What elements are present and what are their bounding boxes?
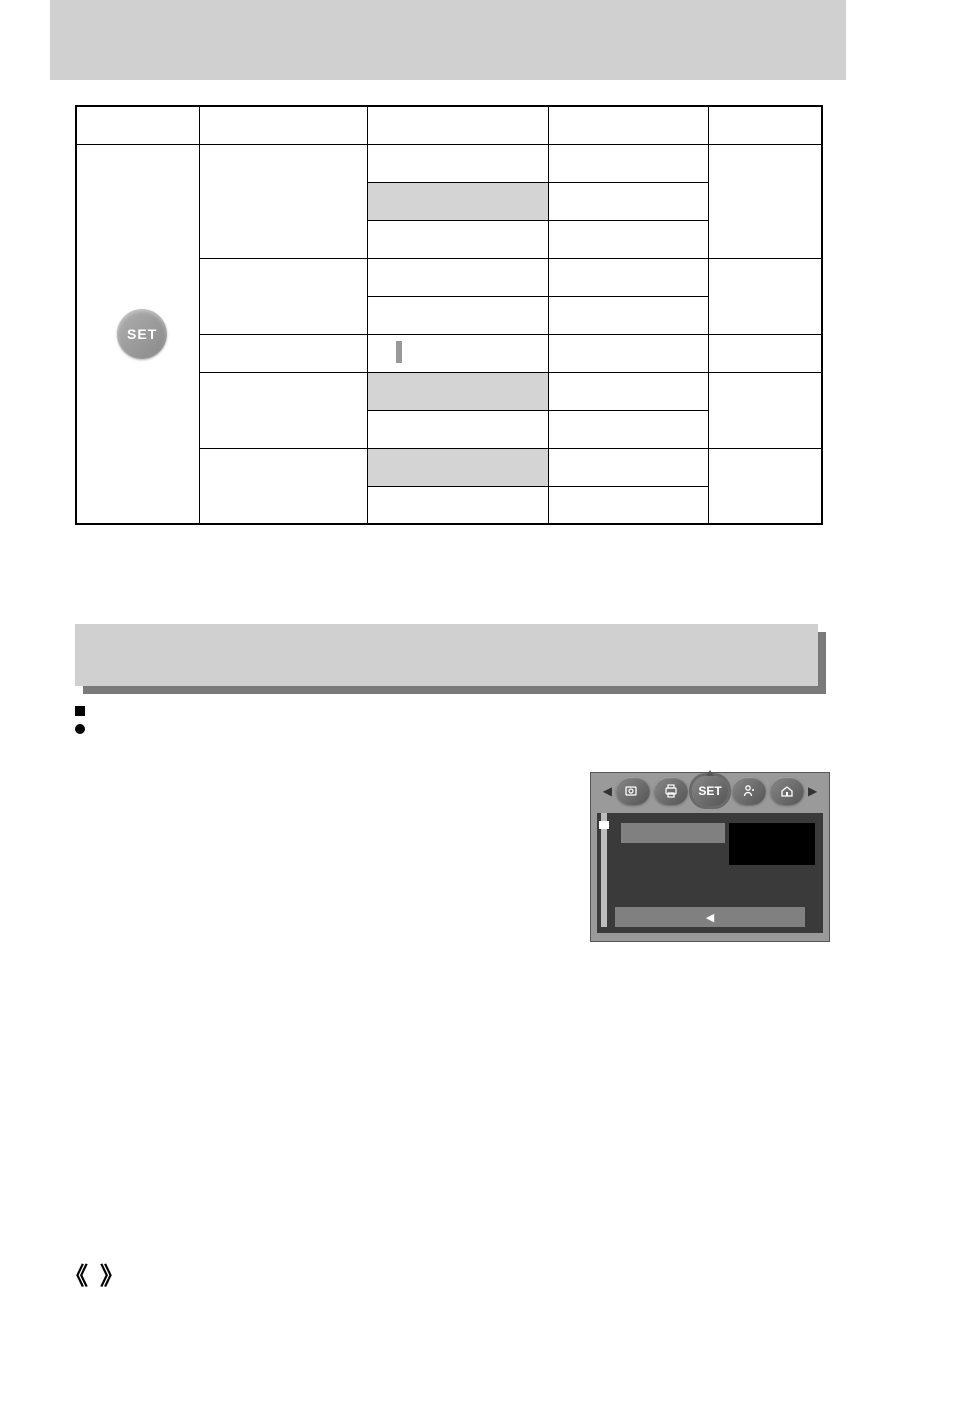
menu-item-label[interactable] [621,823,725,843]
cell [367,258,549,296]
angle-open-icon: 《 [64,1256,88,1291]
th-0 [76,106,200,144]
tab-indicator-icon [706,770,714,776]
play-icon [625,785,641,797]
cell [367,182,549,220]
tab-play[interactable] [616,777,650,805]
list-item [75,706,95,716]
home-icon [780,784,794,798]
cell [549,334,709,372]
menu-footer-bar[interactable]: ◀ [615,907,805,927]
cell [708,258,822,334]
cell [367,296,549,334]
chevron-right-icon[interactable]: ▶ [808,784,817,798]
cell [549,182,709,220]
scroll-thumb[interactable] [599,821,609,829]
th-4 [708,106,822,144]
th-1 [200,106,367,144]
cell [549,296,709,334]
user-icon [742,784,756,798]
page-header-band [50,0,846,80]
menu-tab-strip: ◀ SET ▶ [591,773,829,809]
cell [367,448,549,486]
cell-group-1 [200,144,367,258]
cell [549,258,709,296]
cell [367,486,549,524]
angle-close-icon: 》 [100,1256,124,1291]
cell [549,448,709,486]
tab-print[interactable] [654,777,688,805]
cell [708,372,822,448]
menu-screenshot: ◀ SET ▶ ◀ [590,772,830,942]
cell [549,410,709,448]
cell [549,144,709,182]
tab-user[interactable] [732,777,766,805]
cell [549,372,709,410]
th-2 [367,106,549,144]
print-icon [664,784,678,798]
cell [367,372,549,410]
cell [200,334,367,372]
square-bullet-icon [75,706,85,716]
bullet-list [75,706,95,742]
settings-table: SET [75,105,823,525]
cell-group-5 [200,448,367,524]
table-row: SET [76,144,822,182]
set-icon: SET [117,309,167,359]
chevron-left-icon: ◀ [706,911,714,924]
menu-row [621,823,815,865]
menu-body: ◀ [597,813,823,933]
vertical-bar-icon [396,341,402,363]
set-icon: SET [698,784,721,798]
cell [367,410,549,448]
chevron-left-icon[interactable]: ◀ [603,784,612,798]
cell [708,144,822,258]
page-number: 《 》 [64,1256,124,1291]
cell [549,220,709,258]
cell [367,220,549,258]
cell-group-4 [200,372,367,448]
cell [708,448,822,524]
table-icon-cell: SET [76,144,200,524]
table-header-row [76,106,822,144]
circle-bullet-icon [75,724,85,734]
menu-item-value[interactable] [729,823,815,865]
th-3 [549,106,709,144]
cell-group-2 [200,258,367,334]
scroll-track[interactable] [601,813,607,927]
list-item [75,724,95,734]
tab-set[interactable]: SET [692,776,728,806]
section-header [75,624,818,686]
cell [367,334,549,372]
cell [549,486,709,524]
cell [367,144,549,182]
section-header-title [75,624,818,686]
tab-home[interactable] [770,777,804,805]
cell [708,334,822,372]
